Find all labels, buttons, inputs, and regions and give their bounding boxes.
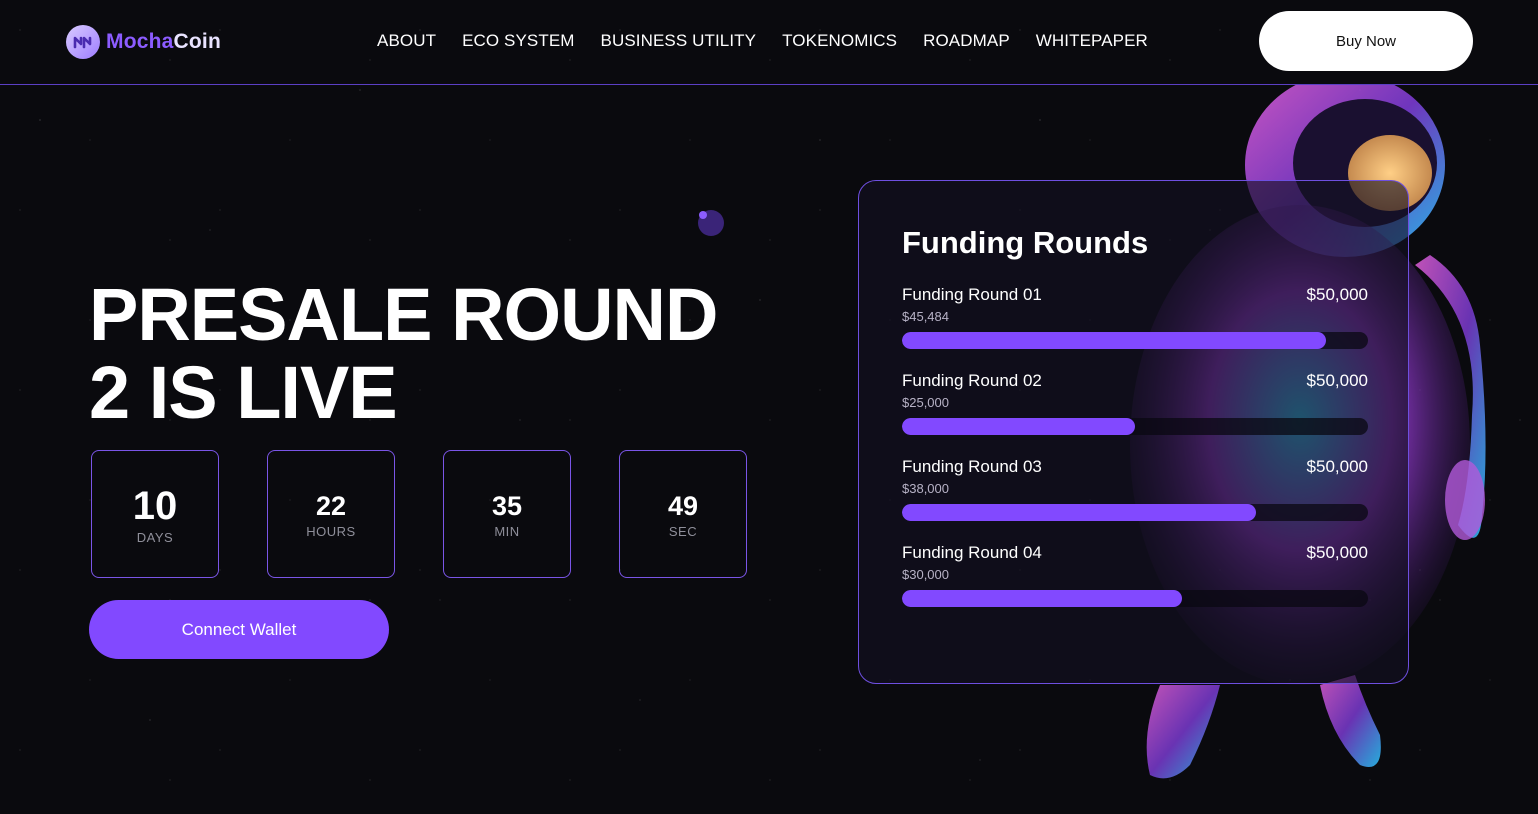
countdown-sec: 49 SEC (619, 450, 747, 578)
funding-progress-bar (902, 504, 1368, 521)
logo[interactable]: MochaCoin (66, 24, 221, 60)
buy-now-button[interactable]: Buy Now (1259, 11, 1473, 71)
countdown-hours-label: HOURS (306, 523, 356, 539)
nav-roadmap[interactable]: ROADMAP (923, 31, 1010, 51)
funding-round-raised: $38,000 (902, 481, 949, 496)
funding-progress-fill (902, 418, 1135, 435)
hero-headline: PRESALE ROUND 2 IS LIVE (89, 276, 789, 432)
countdown-min-label: MIN (494, 523, 520, 539)
hero-headline-line2: 2 IS LIVE (89, 351, 398, 434)
hero-headline-line1: PRESALE ROUND (89, 273, 718, 356)
funding-round-name: Funding Round 02 (902, 371, 1042, 390)
countdown-sec-value: 49 (667, 490, 699, 521)
site-header: MochaCoin ABOUT ECO SYSTEM BUSINESS UTIL… (0, 0, 1538, 85)
nav-business-utility[interactable]: BUSINESS UTILITY (601, 31, 757, 51)
countdown-min-value: 35 (491, 490, 523, 521)
funding-round-raised: $25,000 (902, 395, 949, 410)
funding-rounds-card: Funding Rounds Funding Round 01 $50,000 … (858, 180, 1409, 684)
nav-eco-system[interactable]: ECO SYSTEM (462, 31, 574, 51)
funding-round-raised: $30,000 (902, 567, 949, 582)
nav-about[interactable]: ABOUT (377, 31, 436, 51)
funding-progress-fill (902, 504, 1257, 521)
nav-whitepaper[interactable]: WHITEPAPER (1036, 31, 1148, 51)
planet-decoration (698, 210, 724, 236)
funding-round-name: Funding Round 04 (902, 543, 1042, 562)
countdown-days-label: DAYS (136, 529, 174, 545)
main-nav: ABOUT ECO SYSTEM BUSINESS UTILITY TOKENO… (377, 31, 1148, 51)
mochacoin-logo-icon (66, 25, 100, 59)
funding-round-goal: $50,000 (1306, 543, 1368, 562)
funding-progress-bar (902, 332, 1368, 349)
funding-round-goal: $50,000 (1306, 457, 1368, 476)
countdown-sec-label: SEC (668, 523, 698, 539)
funding-round-name: Funding Round 01 (902, 285, 1042, 304)
funding-round-name: Funding Round 03 (902, 457, 1042, 476)
funding-progress-fill (902, 332, 1327, 349)
funding-round-goal: $50,000 (1306, 285, 1368, 304)
funding-progress-fill (902, 590, 1182, 607)
funding-progress-bar (902, 590, 1368, 607)
countdown-timer: 10 DAYS 22 HOURS 35 MIN 49 SEC (91, 450, 747, 578)
logo-text: MochaCoin (106, 30, 221, 54)
nav-tokenomics[interactable]: TOKENOMICS (782, 31, 897, 51)
countdown-hours: 22 HOURS (267, 450, 395, 578)
countdown-hours-value: 22 (315, 490, 347, 521)
funding-round-raised: $45,484 (902, 309, 949, 324)
funding-progress-bar (902, 418, 1368, 435)
logo-text-coin: Coin (173, 30, 221, 53)
countdown-days: 10 DAYS (91, 450, 219, 578)
funding-rounds-title: Funding Rounds (902, 225, 1149, 260)
logo-text-mocha: Mocha (106, 30, 174, 53)
countdown-days-value: 10 (132, 483, 178, 528)
countdown-min: 35 MIN (443, 450, 571, 578)
funding-round-goal: $50,000 (1306, 371, 1368, 390)
connect-wallet-button[interactable]: Connect Wallet (89, 600, 389, 659)
